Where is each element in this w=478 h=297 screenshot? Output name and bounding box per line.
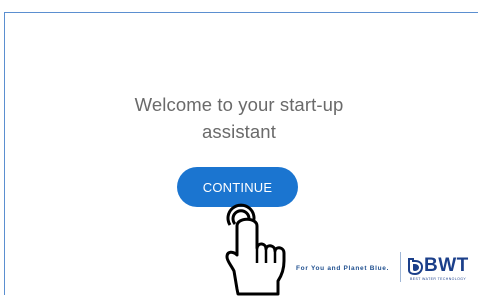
brand-divider (400, 252, 401, 282)
welcome-title: Welcome to your start-up assistant (0, 91, 478, 145)
bwt-logo-text: BWT (424, 255, 469, 276)
welcome-title-line-2: assistant (202, 121, 276, 142)
brand-tagline: For You and Planet Blue. (296, 265, 390, 272)
bwt-logo-subtext: BEST WATER TECHNOLOGY (410, 277, 467, 281)
hand-pointer-icon (225, 203, 286, 296)
welcome-title-line-1: Welcome to your start-up (134, 94, 344, 115)
bwt-drop-icon (408, 258, 424, 275)
bwt-logo: BWT BEST WATER TECHNOLOGY (407, 255, 473, 286)
